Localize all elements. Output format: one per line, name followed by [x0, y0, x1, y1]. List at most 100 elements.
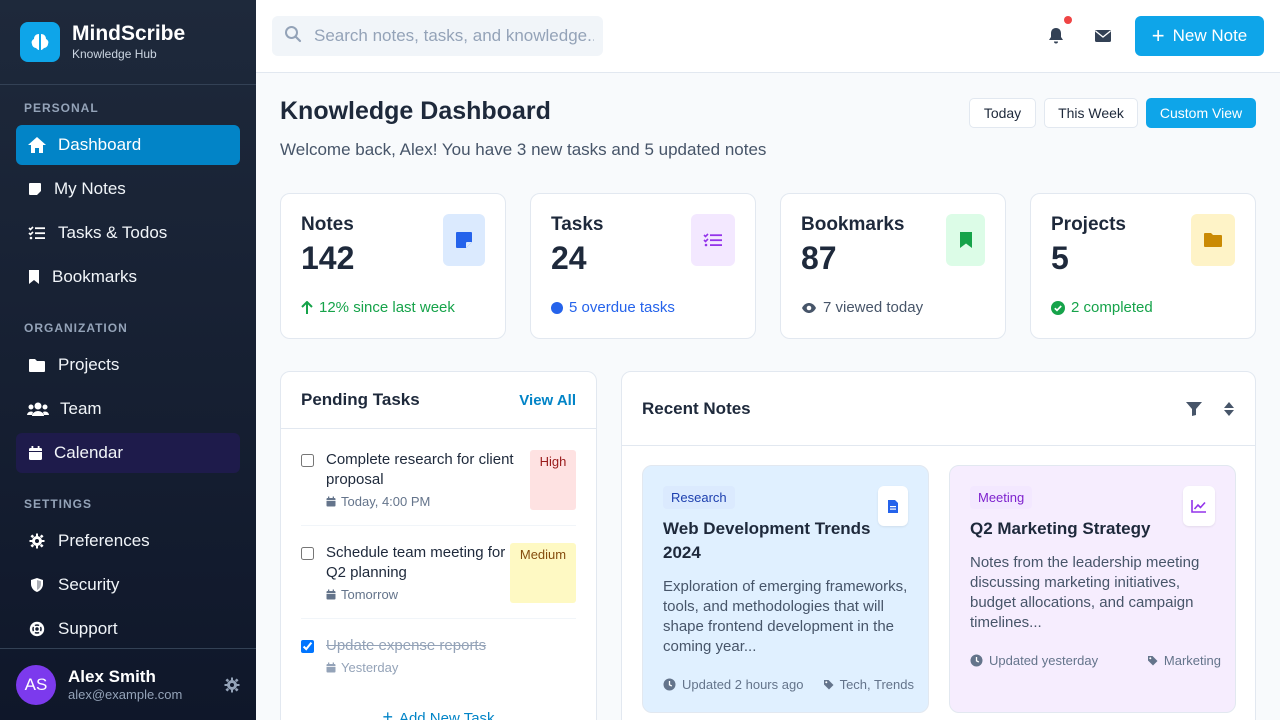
task-title-line1: Schedule team meeting for	[326, 544, 506, 561]
divider	[301, 525, 576, 526]
tag-icon	[823, 679, 834, 690]
users-icon	[26, 400, 50, 418]
settings-gear-icon[interactable]	[224, 677, 240, 698]
sort-icon[interactable]	[1223, 401, 1235, 417]
task-title-line1: Complete research for client	[326, 451, 514, 468]
note-body-line: Notes from the leadership meeting	[970, 554, 1200, 571]
stat-foot-text: 5 overdue tasks	[569, 299, 675, 316]
search-input[interactable]	[314, 26, 594, 46]
sidebar-item-label: Dashboard	[58, 135, 142, 154]
panel-title: Recent Notes	[642, 398, 751, 418]
note-title-line1: Q2 Marketing Strategy	[970, 519, 1151, 538]
nav-section-personal: PERSONAL	[24, 101, 99, 115]
add-task-label: Add New Task	[398, 710, 495, 720]
note-body-line: budget allocations, and campaign	[970, 594, 1194, 611]
note-updated-text: Updated yesterday	[989, 653, 1099, 668]
lifebuoy-icon	[26, 620, 48, 638]
new-note-label: New Note	[1172, 26, 1248, 45]
sidebar-item-preferences[interactable]: Preferences	[16, 521, 240, 561]
divider	[301, 618, 576, 619]
view-today-button[interactable]: Today	[969, 98, 1036, 128]
sidebar-item-bookmarks[interactable]: Bookmarks	[16, 257, 240, 297]
note-updated: Updated yesterday	[970, 653, 1098, 668]
recent-notes-panel: Recent Notes Research Web Development Tr…	[621, 371, 1256, 720]
user-name: Alex Smith	[68, 667, 156, 686]
filter-icon[interactable]	[1185, 401, 1203, 417]
search-box[interactable]	[272, 16, 603, 56]
sidebar-item-team[interactable]: Team	[16, 389, 240, 429]
note-tag: Meeting	[970, 486, 1033, 509]
sidebar: MindScribe Knowledge Hub PERSONAL Dashbo…	[0, 0, 256, 720]
note-labels: Marketing	[1147, 653, 1221, 668]
calendar-icon	[326, 589, 336, 600]
task-checkbox[interactable]	[301, 454, 314, 467]
page-subtitle: Welcome back, Alex! You have 3 new tasks…	[280, 140, 767, 159]
sidebar-item-tasks[interactable]: Tasks & Todos	[16, 213, 240, 253]
chart-line-icon	[1183, 486, 1215, 526]
stat-card-notes[interactable]: Notes 142 12% since last week	[280, 193, 506, 339]
task-due-text: Today, 4:00 PM	[341, 494, 431, 509]
app-name: MindScribe	[72, 22, 186, 45]
note-body-line: timelines...	[970, 614, 1042, 631]
note-title-line2: 2024	[663, 543, 701, 562]
stat-card-bookmarks[interactable]: Bookmarks 87 7 viewed today	[780, 193, 1006, 339]
document-icon	[878, 486, 908, 526]
task-title-line2: Q2 planning	[326, 564, 407, 581]
view-this-week-button[interactable]: This Week	[1044, 98, 1138, 128]
bookmark-icon	[26, 268, 42, 286]
avatar: AS	[16, 664, 56, 705]
brain-icon	[20, 22, 60, 62]
new-note-button[interactable]: + New Note	[1135, 16, 1264, 56]
sidebar-item-support[interactable]: Support	[16, 609, 240, 649]
stat-views: 7 viewed today	[801, 299, 923, 316]
sidebar-item-label: Support	[58, 619, 118, 638]
note-updated-text: Updated 2 hours ago	[682, 677, 804, 692]
note-body-line: discussing marketing initiatives,	[970, 574, 1181, 591]
note-card[interactable]: Research Web Development Trends 2024 Exp…	[642, 465, 929, 713]
add-task-button[interactable]: + Add New Task	[281, 707, 596, 720]
sidebar-item-label: Security	[58, 575, 120, 594]
messages-envelope-icon[interactable]	[1093, 26, 1113, 46]
folder-icon	[1191, 214, 1235, 266]
sidebar-item-calendar[interactable]: Calendar	[16, 433, 240, 473]
plus-icon: +	[1151, 23, 1165, 48]
sidebar-item-label: Tasks & Todos	[58, 223, 168, 242]
stat-card-tasks[interactable]: Tasks 24 5 overdue tasks	[530, 193, 756, 339]
calendar-icon	[26, 444, 44, 462]
user-profile[interactable]: AS Alex Smith alex@example.com	[0, 648, 256, 720]
stat-foot-text: 12% since last week	[319, 299, 455, 316]
brand[interactable]: MindScribe Knowledge Hub	[0, 0, 256, 85]
sidebar-item-label: Projects	[58, 355, 120, 374]
page-title: Knowledge Dashboard	[280, 97, 551, 125]
task-checkbox[interactable]	[301, 547, 314, 560]
note-labels-text: Tech, Trends	[839, 677, 914, 692]
note-card[interactable]: Meeting Q2 Marketing Strategy Notes from…	[949, 465, 1236, 713]
panel-header: Recent Notes	[622, 372, 1255, 446]
view-custom-button[interactable]: Custom View	[1146, 98, 1256, 128]
clock-icon	[663, 678, 676, 691]
task-checkbox[interactable]	[301, 640, 314, 653]
task-due-text: Yesterday	[341, 660, 399, 675]
sidebar-item-my-notes[interactable]: My Notes	[16, 169, 240, 209]
note-body: Notes from the leadership meeting discus…	[970, 553, 1215, 633]
sidebar-item-projects[interactable]: Projects	[16, 345, 240, 385]
sidebar-item-label: Calendar	[54, 443, 123, 462]
check-circle-icon	[1051, 300, 1065, 315]
calendar-icon	[326, 662, 336, 673]
stat-card-projects[interactable]: Projects 5 2 completed	[1030, 193, 1256, 339]
notification-dot	[1064, 16, 1072, 24]
task-title-line1: Update expense reports	[326, 637, 487, 654]
sidebar-item-dashboard[interactable]: Dashboard	[16, 125, 240, 165]
task-title-line2: proposal	[326, 471, 384, 488]
search-icon	[284, 25, 302, 48]
note-updated: Updated 2 hours ago	[663, 677, 803, 692]
home-icon	[26, 136, 48, 154]
note-body-line: shape frontend development in the	[663, 618, 894, 635]
list-check-icon	[691, 214, 735, 266]
calendar-icon	[326, 496, 336, 507]
plus-icon: +	[382, 707, 393, 720]
notifications-bell-icon[interactable]	[1046, 16, 1072, 46]
stat-trend: 12% since last week	[301, 299, 455, 316]
sidebar-item-security[interactable]: Security	[16, 565, 240, 605]
view-all-link[interactable]: View All	[519, 392, 576, 409]
